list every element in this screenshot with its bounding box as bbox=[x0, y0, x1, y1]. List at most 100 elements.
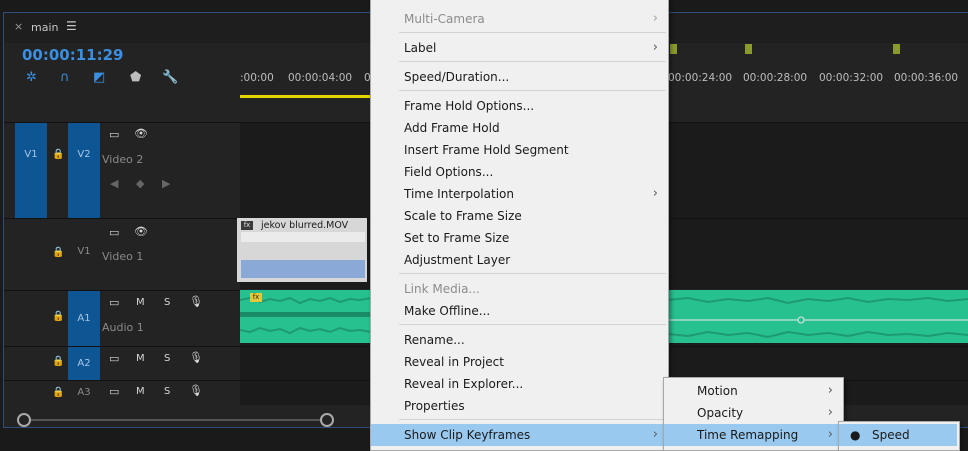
microphone-icon[interactable]: 🎙 bbox=[189, 295, 203, 308]
sequence-marker[interactable] bbox=[670, 44, 677, 54]
sync-lock-icon[interactable]: ▭ bbox=[109, 296, 119, 309]
microphone-icon[interactable]: 🎙 bbox=[189, 351, 203, 364]
ruler-tick: 00:00:32:00 bbox=[819, 72, 884, 84]
chevron-right-icon: › bbox=[652, 427, 658, 442]
sync-lock-icon[interactable]: ▭ bbox=[109, 226, 119, 239]
nest-toggle-icon[interactable]: ✲ bbox=[26, 70, 37, 85]
fx-badge: fx bbox=[241, 221, 253, 230]
submenu-item-motion[interactable]: Motion › bbox=[664, 380, 843, 402]
target-patch-v1[interactable]: V1 bbox=[68, 246, 100, 257]
solo-button[interactable]: S bbox=[164, 353, 170, 364]
target-patch-a3[interactable]: A3 bbox=[68, 387, 100, 398]
source-patch-v1[interactable]: V1 bbox=[15, 123, 47, 219]
prev-keyframe-icon[interactable]: ◀ bbox=[110, 177, 118, 190]
snap-magnet-icon[interactable]: ∩ bbox=[60, 70, 70, 85]
menu-item-label[interactable]: Label › bbox=[371, 37, 668, 59]
clip-context-menu: Multi-Camera › Label › Speed/Duration...… bbox=[370, 0, 669, 451]
panel-menu-icon[interactable]: ☰ bbox=[66, 19, 77, 33]
menu-separator bbox=[399, 273, 666, 274]
solo-button[interactable]: S bbox=[164, 297, 170, 308]
menu-item-link-media[interactable]: Link Media... bbox=[371, 278, 668, 300]
menu-item-label: Label bbox=[404, 41, 437, 55]
linked-selection-icon[interactable]: ◩ bbox=[93, 70, 105, 85]
sequence-marker[interactable] bbox=[745, 44, 752, 54]
track-name: Audio 1 bbox=[102, 321, 144, 334]
menu-item-reveal-in-project[interactable]: Reveal in Project bbox=[371, 351, 668, 373]
target-patch-v2[interactable]: V2 bbox=[68, 123, 100, 219]
work-area-bar[interactable] bbox=[240, 95, 370, 98]
target-patch-a2[interactable]: A2 bbox=[68, 347, 100, 380]
ruler-tick: :00:00 bbox=[240, 72, 274, 84]
menu-item-show-clip-keyframes[interactable]: Show Clip Keyframes › bbox=[371, 424, 668, 446]
audio-clip[interactable]: fx bbox=[239, 290, 372, 343]
clip-keyframe-track bbox=[241, 260, 365, 278]
track-header-v1: 🔒 V1 ▭ 👁 Video 1 bbox=[4, 218, 240, 289]
menu-item-add-frame-hold[interactable]: Add Frame Hold bbox=[371, 117, 668, 139]
lock-icon[interactable]: 🔒 bbox=[52, 387, 64, 398]
track-name: Video 2 bbox=[102, 153, 144, 166]
keyframe-icon[interactable]: ◆ bbox=[136, 177, 144, 190]
clip-thumbnail-strip bbox=[241, 232, 365, 242]
lock-icon[interactable]: 🔒 bbox=[52, 356, 64, 367]
next-keyframe-icon[interactable]: ▶ bbox=[162, 177, 170, 190]
chevron-right-icon: › bbox=[827, 383, 833, 398]
menu-item-reveal-in-explorer[interactable]: Reveal in Explorer... bbox=[371, 373, 668, 395]
ruler-tick: 00:00:28:00 bbox=[743, 72, 808, 84]
microphone-icon[interactable]: 🎙 bbox=[189, 384, 203, 397]
video-clip[interactable]: fx jekov blurred.MOV bbox=[237, 218, 367, 282]
horizontal-zoom-scrollbar[interactable] bbox=[22, 419, 332, 421]
audio-waveform bbox=[667, 296, 968, 339]
scrollbar-left-handle[interactable] bbox=[17, 413, 31, 427]
menu-item-adjustment-layer[interactable]: Adjustment Layer bbox=[371, 249, 668, 271]
menu-item-label: Time Remapping bbox=[697, 428, 799, 442]
ruler-tick: 00:00:24:00 bbox=[668, 72, 733, 84]
mute-button[interactable]: M bbox=[136, 297, 145, 308]
menu-separator bbox=[399, 324, 666, 325]
target-patch-a1[interactable]: A1 bbox=[68, 291, 100, 346]
lock-icon[interactable]: 🔒 bbox=[52, 149, 64, 160]
menu-item-field-options[interactable]: Field Options... bbox=[371, 161, 668, 183]
timeline-settings-wrench-icon[interactable]: 🔧 bbox=[162, 70, 178, 85]
add-marker-icon[interactable]: ⬟ bbox=[130, 70, 141, 85]
audio-clip[interactable] bbox=[667, 290, 968, 343]
sync-lock-icon[interactable]: ▭ bbox=[109, 352, 119, 365]
submenu-item-speed[interactable]: ● Speed bbox=[839, 424, 957, 446]
close-tab-icon[interactable]: × bbox=[14, 20, 23, 33]
menu-item-make-offline[interactable]: Make Offline... bbox=[371, 300, 668, 322]
sequence-marker[interactable] bbox=[893, 44, 900, 54]
menu-item-multi-camera[interactable]: Multi-Camera › bbox=[371, 8, 668, 30]
eye-icon[interactable]: 👁 bbox=[134, 225, 148, 238]
eye-icon[interactable]: 👁 bbox=[134, 127, 148, 140]
menu-item-rename[interactable]: Rename... bbox=[371, 329, 668, 351]
chevron-right-icon: › bbox=[652, 11, 658, 26]
menu-item-frame-hold-options[interactable]: Frame Hold Options... bbox=[371, 95, 668, 117]
keyframes-submenu: Motion › Opacity › Time Remapping › bbox=[663, 377, 844, 451]
sequence-tab-title[interactable]: main bbox=[31, 21, 58, 34]
menu-item-label: Time Interpolation bbox=[404, 187, 514, 201]
submenu-item-opacity[interactable]: Opacity › bbox=[664, 402, 843, 424]
ruler-tick: 00:00:36:00 bbox=[894, 72, 959, 84]
solo-button[interactable]: S bbox=[164, 386, 170, 397]
submenu-item-time-remapping[interactable]: Time Remapping › bbox=[664, 424, 843, 446]
playhead-timecode[interactable]: 00:00:11:29 bbox=[22, 46, 124, 64]
mute-button[interactable]: M bbox=[136, 386, 145, 397]
menu-item-set-to-frame-size[interactable]: Set to Frame Size bbox=[371, 227, 668, 249]
menu-item-speed-duration[interactable]: Speed/Duration... bbox=[371, 66, 668, 88]
menu-item-label: Motion bbox=[697, 384, 738, 398]
lock-icon[interactable]: 🔒 bbox=[52, 311, 64, 322]
mute-button[interactable]: M bbox=[136, 353, 145, 364]
menu-item-time-interpolation[interactable]: Time Interpolation › bbox=[371, 183, 668, 205]
track-header-a1: 🔒 A1 ▭ M S 🎙 Audio 1 bbox=[4, 290, 240, 346]
sync-lock-icon[interactable]: ▭ bbox=[109, 385, 119, 398]
menu-item-properties[interactable]: Properties bbox=[371, 395, 668, 417]
lock-icon[interactable]: 🔒 bbox=[52, 247, 64, 258]
fx-badge: fx bbox=[250, 293, 262, 302]
menu-item-label: Speed bbox=[872, 428, 910, 442]
ruler-tick: 00:00:04:00 bbox=[288, 72, 353, 84]
sync-lock-icon[interactable]: ▭ bbox=[109, 128, 119, 141]
menu-item-insert-frame-hold-segment[interactable]: Insert Frame Hold Segment bbox=[371, 139, 668, 161]
scrollbar-right-handle[interactable] bbox=[320, 413, 334, 427]
menu-item-scale-to-frame-size[interactable]: Scale to Frame Size bbox=[371, 205, 668, 227]
menu-item-label: Opacity bbox=[697, 406, 744, 420]
menu-separator bbox=[399, 90, 666, 91]
